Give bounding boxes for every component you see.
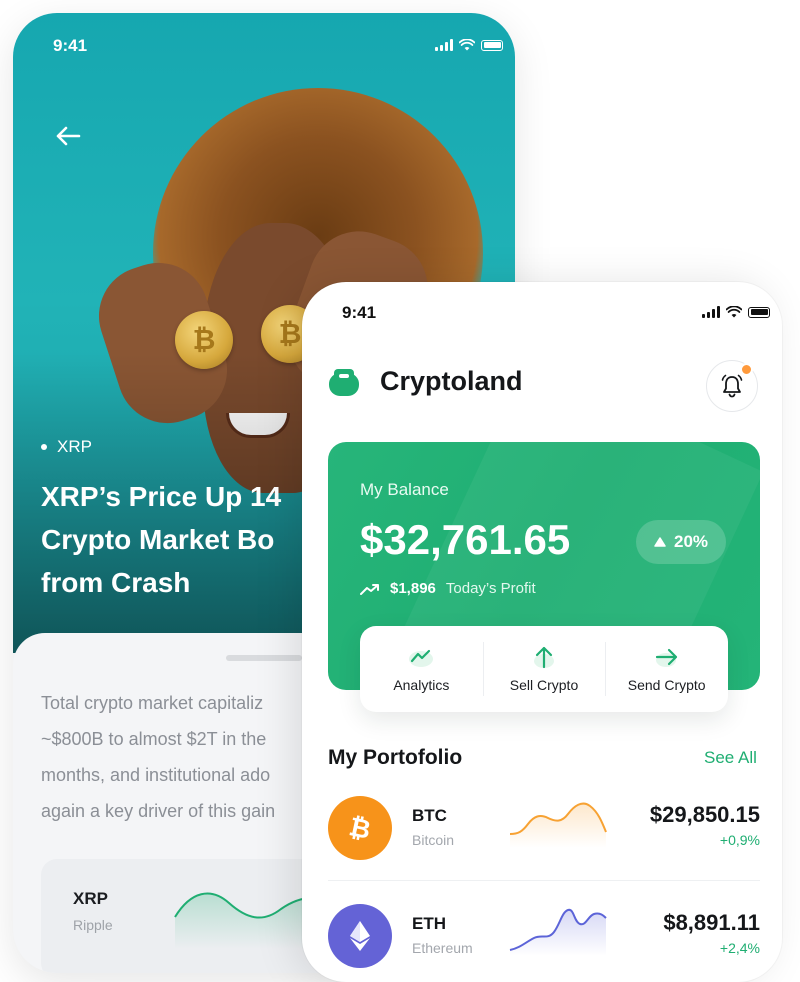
svg-text:₿: ₿ bbox=[347, 813, 373, 843]
bell-icon bbox=[721, 374, 743, 398]
balance-value: $32,761.65 bbox=[360, 516, 571, 563]
sell-crypto-button[interactable]: Sell Crypto bbox=[482, 626, 606, 712]
notification-badge bbox=[740, 363, 753, 376]
bitcoin-icon: ₿ bbox=[328, 796, 392, 860]
arrow-up-icon bbox=[534, 646, 554, 669]
wifi-icon bbox=[726, 306, 742, 318]
status-time: 9:41 bbox=[53, 36, 88, 55]
cellular-signal-icon bbox=[702, 306, 720, 318]
asset-change: +2,4% bbox=[719, 940, 760, 956]
portfolio-asset-eth[interactable]: ETH Ethereum $8,891.11 +2,4% bbox=[328, 900, 760, 980]
status-time: 9:41 bbox=[342, 303, 377, 322]
asset-price: $8,891.11 bbox=[663, 910, 760, 935]
asset-name: Ethereum bbox=[412, 940, 473, 956]
status-bar: 9:41 bbox=[53, 36, 503, 60]
back-arrow-icon[interactable] bbox=[53, 121, 83, 151]
cryptoland-phone-screen: 9:41 Cryptoland My Balance $32,761.65 20… bbox=[302, 282, 782, 982]
trending-up-icon bbox=[360, 583, 379, 595]
cryptoland-logo-icon bbox=[329, 368, 359, 396]
portfolio-asset-btc[interactable]: ₿ BTC Bitcoin $29,850.15 +0,9% bbox=[328, 792, 760, 872]
balance-label: My Balance bbox=[360, 480, 449, 499]
tag-dot-icon bbox=[41, 444, 47, 450]
asset-change: +0,9% bbox=[719, 832, 760, 848]
quick-actions: Analytics Sell Crypto Send Crypto bbox=[360, 626, 728, 712]
battery-icon bbox=[748, 306, 770, 318]
arrow-right-icon bbox=[655, 648, 677, 667]
app-title: Cryptoland bbox=[380, 366, 523, 396]
btc-sparkline bbox=[509, 802, 607, 848]
eth-sparkline bbox=[509, 908, 607, 956]
asset-name: Bitcoin bbox=[412, 832, 455, 848]
mini-card-symbol: XRP bbox=[73, 889, 108, 908]
ethereum-icon bbox=[328, 904, 392, 968]
send-crypto-button[interactable]: Send Crypto bbox=[605, 626, 728, 712]
asset-price: $29,850.15 bbox=[649, 802, 760, 827]
analytics-icon bbox=[409, 649, 434, 667]
balance-change-badge: 20% bbox=[636, 520, 726, 564]
wifi-icon bbox=[459, 39, 475, 51]
divider bbox=[328, 880, 760, 881]
mini-card-name: Ripple bbox=[73, 917, 113, 933]
article-tag: XRP bbox=[41, 437, 92, 457]
asset-symbol: ETH bbox=[412, 914, 446, 933]
sheet-drag-handle[interactable] bbox=[226, 655, 302, 661]
profit-value: $1,896 bbox=[390, 580, 436, 597]
cellular-signal-icon bbox=[435, 39, 453, 51]
asset-symbol: BTC bbox=[412, 806, 447, 825]
see-all-link[interactable]: See All bbox=[704, 748, 757, 768]
triangle-up-icon bbox=[654, 537, 666, 547]
todays-profit: $1,896 Today’s Profit bbox=[360, 580, 536, 597]
status-bar: 9:41 bbox=[342, 303, 770, 327]
analytics-button[interactable]: Analytics bbox=[360, 626, 483, 712]
profit-label: Today’s Profit bbox=[445, 580, 536, 597]
battery-icon bbox=[481, 39, 503, 51]
portfolio-title: My Portofolio bbox=[328, 746, 463, 769]
app-header: Cryptoland bbox=[328, 366, 523, 397]
notifications-button[interactable] bbox=[706, 360, 758, 412]
